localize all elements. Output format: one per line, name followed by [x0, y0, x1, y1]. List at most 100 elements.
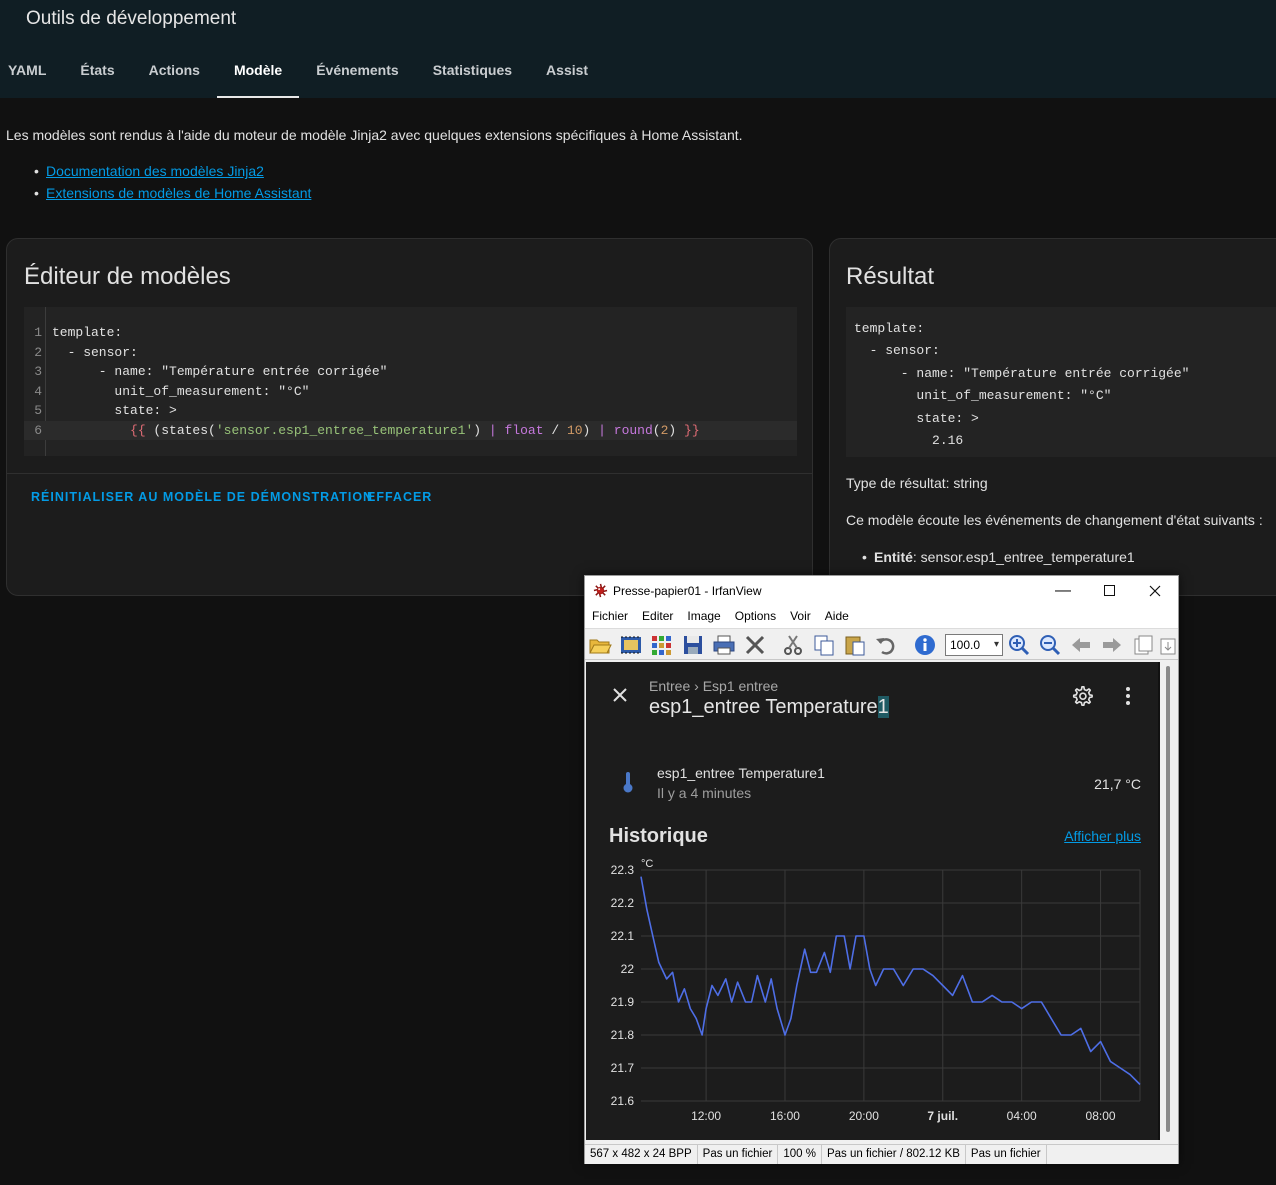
x-tick-label: 20:00 [849, 1109, 879, 1123]
more-vertical-icon[interactable] [1124, 686, 1132, 706]
code-line: 4 unit_of_measurement: "°C" [24, 382, 797, 402]
y-tick-label: 21.7 [611, 1061, 635, 1075]
close-icon [1149, 585, 1161, 597]
cut-icon[interactable] [781, 633, 805, 657]
x-tick-label: 7 juil. [927, 1109, 958, 1123]
status-file: Pas un fichier [698, 1145, 779, 1164]
line-number: 1 [34, 325, 42, 340]
tab-evenements[interactable]: Événements [299, 52, 415, 98]
history-heading: Historique [609, 825, 708, 847]
line-number: 5 [34, 403, 42, 418]
list-item: Documentation des modèles Jinja2 [34, 163, 311, 179]
line-text: unit_of_measurement: "°C" [52, 383, 310, 399]
undo-icon[interactable] [874, 633, 898, 657]
menu-options[interactable]: Options [728, 606, 783, 628]
tab-yaml[interactable]: YAML [0, 52, 63, 98]
code-line: 2 - sensor: [24, 343, 797, 363]
tab-etats[interactable]: États [63, 52, 131, 98]
menu-fichier[interactable]: Fichier [585, 606, 635, 628]
code-line: 1 template: [24, 323, 797, 343]
save-icon[interactable] [681, 633, 705, 657]
line-text: template: [52, 325, 123, 340]
status-size: Pas un fichier / 802.12 KB [822, 1145, 966, 1164]
image-view[interactable]: Entree › Esp1 entree esp1_entree Tempera… [586, 662, 1168, 1140]
reset-demo-button[interactable]: RÉINITIALISER AU MODÈLE DE DÉMONSTRATION [31, 490, 373, 504]
y-tick-label: 22.1 [611, 929, 635, 943]
close-icon[interactable] [612, 687, 628, 703]
vertical-scrollbar[interactable] [1160, 662, 1177, 1140]
window-title: Presse-papier01 - IrfanView [613, 584, 762, 598]
maximize-button[interactable] [1094, 580, 1124, 602]
listened-entity: • Entité: sensor.esp1_entree_temperature… [862, 549, 1135, 565]
thumbnails-icon[interactable] [650, 633, 674, 657]
line-text: - sensor: [52, 344, 138, 360]
zoom-in-icon[interactable] [1007, 633, 1031, 657]
code-editor[interactable]: 1 template: 2 - sensor: 3 - name: "Tempér… [24, 307, 797, 456]
open-folder-icon[interactable] [588, 633, 612, 657]
clear-button[interactable]: EFFACER [367, 490, 432, 504]
menu-editer[interactable]: Editer [635, 606, 680, 628]
y-tick-label: 22.3 [611, 863, 635, 877]
status-dimensions: 567 x 482 x 24 BPP [585, 1145, 698, 1164]
first-page-icon[interactable] [1131, 633, 1155, 657]
template-editor-card: Éditeur de modèles 1 template: 2 - sensor… [6, 238, 813, 596]
ha-extensions-link[interactable]: Extensions de modèles de Home Assistant [46, 185, 311, 201]
delete-icon[interactable] [743, 633, 767, 657]
history-chart[interactable]: °C 22.3 22.2 22.1 22 21.9 21.8 21.7 21.6 12:00 16:… [586, 852, 1158, 1137]
code-line: 5 state: > [24, 401, 797, 421]
result-output: template: - sensor: - name: "Température… [846, 307, 1276, 457]
minimize-button[interactable]: — [1048, 580, 1078, 602]
result-card: Résultat template: - sensor: - name: "Te… [829, 238, 1276, 596]
gear-icon[interactable] [1071, 685, 1093, 707]
previous-icon[interactable] [1069, 633, 1093, 657]
line-text: state: > [52, 403, 177, 418]
jinja-docs-link[interactable]: Documentation des modèles Jinja2 [46, 163, 264, 179]
line-text: - name: "Température entrée corrigée" [52, 364, 388, 379]
y-tick-label: 22 [621, 962, 635, 976]
bullet: • [862, 549, 867, 565]
x-tick-label: 08:00 [1086, 1109, 1116, 1123]
menu-voir[interactable]: Voir [783, 606, 818, 628]
zoom-select[interactable]: 100.0 ▾ [945, 634, 1003, 656]
zoom-out-icon[interactable] [1038, 633, 1062, 657]
tab-statistiques[interactable]: Statistiques [416, 52, 529, 98]
copy-icon[interactable] [812, 633, 836, 657]
top-app-bar: Outils de développement YAML États Actio… [0, 0, 1276, 98]
entity-state: 21,7 °C [1094, 776, 1141, 792]
window-titlebar[interactable]: Presse-papier01 - IrfanView — [585, 576, 1178, 606]
page-title: Outils de développement [26, 8, 237, 29]
scrollbar-thumb[interactable] [1166, 666, 1170, 1132]
text-cursor-highlight: 1 [877, 696, 889, 718]
slideshow-icon[interactable] [619, 633, 643, 657]
chart-unit-label: °C [641, 858, 653, 870]
tab-actions[interactable]: Actions [132, 52, 217, 98]
result-type: Type de résultat: string [846, 475, 988, 491]
line-number: 3 [34, 364, 42, 379]
dialog-title: esp1_entree Temperature1 [649, 696, 889, 719]
status-bar: 567 x 482 x 24 BPP Pas un fichier 100 % … [585, 1144, 1178, 1164]
next-icon[interactable] [1100, 633, 1124, 657]
menu-aide[interactable]: Aide [818, 606, 856, 628]
entity-name: esp1_entree Temperature1 [657, 765, 825, 781]
info-icon[interactable] [913, 633, 937, 657]
intro-text: Les modèles sont rendus à l'aide du mote… [6, 127, 743, 143]
line-text: {{ (states('sensor.esp1_entree_temperatu… [130, 422, 700, 438]
menu-image[interactable]: Image [680, 606, 727, 628]
tab-assist[interactable]: Assist [529, 52, 605, 98]
thermometer-icon [623, 772, 633, 793]
irfanview-window: Presse-papier01 - IrfanView — Fichier Ed… [584, 575, 1179, 1164]
show-more-link[interactable]: Afficher plus [1064, 828, 1141, 844]
listen-text: Ce modèle écoute les événements de chang… [846, 512, 1263, 528]
paste-icon[interactable] [843, 633, 867, 657]
status-file-2: Pas un fichier [966, 1145, 1047, 1164]
irfanview-logo-icon [593, 583, 608, 598]
y-tick-label: 21.8 [611, 1028, 635, 1042]
close-window-button[interactable] [1140, 580, 1170, 602]
print-icon[interactable] [712, 633, 736, 657]
line-number: 4 [34, 383, 42, 399]
x-tick-label: 16:00 [770, 1109, 800, 1123]
tab-modele[interactable]: Modèle [216, 52, 300, 98]
x-tick-label: 12:00 [691, 1109, 721, 1123]
last-page-icon[interactable] [1159, 633, 1177, 657]
tab-bar: YAML États Actions Modèle Événements Sta… [0, 52, 605, 98]
